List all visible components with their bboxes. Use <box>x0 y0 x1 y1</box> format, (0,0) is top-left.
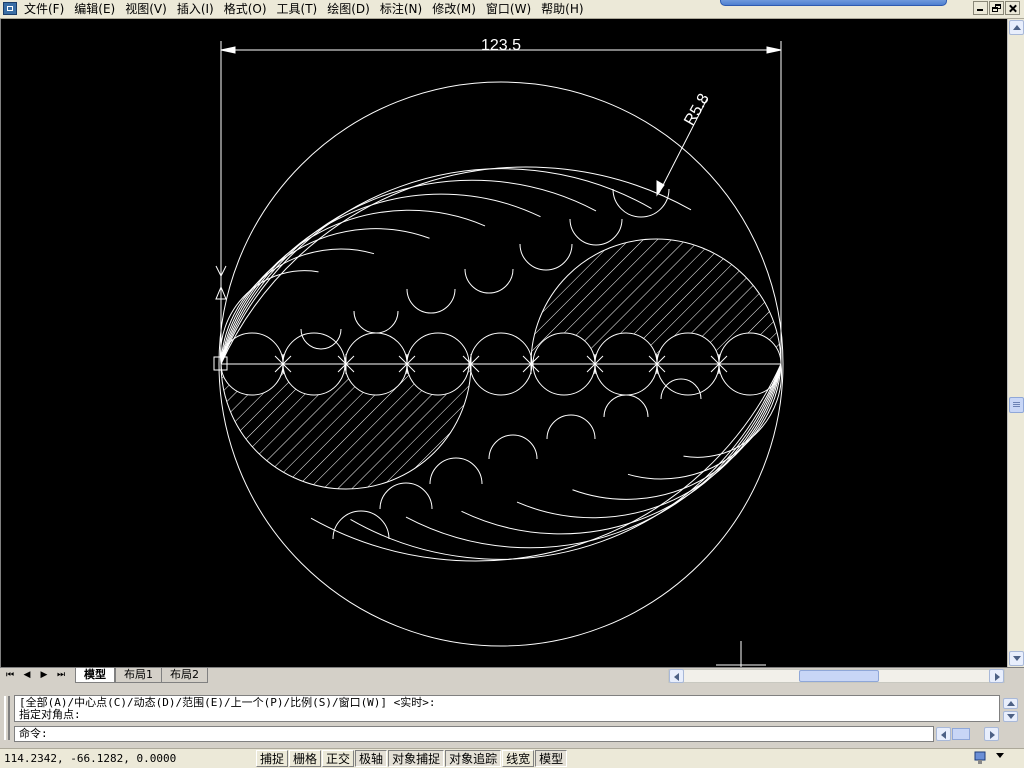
menu-file[interactable]: 文件(F) <box>20 0 69 18</box>
command-hscroll-left[interactable] <box>936 727 951 741</box>
dimension-arrow <box>766 46 782 54</box>
minimize-icon[interactable] <box>973 1 988 15</box>
status-mode-button[interactable]: 捕捉 <box>256 750 289 767</box>
arrow-left-icon <box>941 731 946 739</box>
first-tab-icon[interactable]: ⏮ <box>3 669 17 682</box>
drafting-mode-buttons: 捕捉 栅格 正交 极轴 对象捕捉 对象追踪 线宽 模型 <box>256 750 568 767</box>
command-scroll-up[interactable] <box>1003 698 1018 709</box>
comma-tip <box>488 434 538 460</box>
comma-tip <box>379 482 433 510</box>
tab-layout2[interactable]: 布局2 <box>161 668 208 683</box>
command-window-grip[interactable] <box>4 696 10 740</box>
document-window-controls <box>973 1 1020 15</box>
comma-tip <box>429 457 483 485</box>
command-window: [全部(A)/中心点(C)/动态(D)/范围(E)/上一个(P)/比例(S)/窗… <box>0 692 1024 744</box>
command-hscroll-right[interactable] <box>984 727 999 741</box>
arrow-up-icon <box>1007 701 1015 706</box>
radius-arrow <box>656 180 665 197</box>
drawing-svg[interactable]: 123.5 R5.8 <box>1 19 1007 667</box>
arrow-right-icon <box>995 673 1000 681</box>
menu-dimension[interactable]: 标注(N) <box>375 0 427 18</box>
status-mode-button[interactable]: 模型 <box>535 750 568 767</box>
next-tab-icon[interactable]: ▶ <box>37 669 51 682</box>
status-menu-arrow-icon[interactable] <box>996 753 1004 758</box>
radius-dimension-text: R5.8 <box>681 91 713 129</box>
menu-items: 文件(F) 编辑(E) 视图(V) 插入(I) 格式(O) 工具(T) 绘图(D… <box>20 0 589 18</box>
arrow-down-icon <box>1013 656 1021 661</box>
comma-tip <box>519 243 573 271</box>
status-mode-button[interactable]: 线宽 <box>502 750 535 767</box>
last-tab-icon[interactable]: ⏭ <box>54 669 68 682</box>
dimension-text: 123.5 <box>481 37 521 54</box>
prev-tab-icon[interactable]: ◀ <box>20 669 34 682</box>
menu-edit[interactable]: 编辑(E) <box>69 0 120 18</box>
status-mode-button[interactable]: 对象捕捉 <box>388 750 445 767</box>
drawing-canvas[interactable]: 123.5 R5.8 <box>0 19 1007 667</box>
vertical-scrollbar[interactable] <box>1007 19 1024 667</box>
tab-model[interactable]: 模型 <box>75 668 115 683</box>
menu-help[interactable]: 帮助(H) <box>536 0 588 18</box>
command-hscroll-thumb[interactable] <box>952 728 970 740</box>
status-mode-button[interactable]: 正交 <box>322 750 355 767</box>
arrow-down-icon <box>1007 714 1015 719</box>
arrow-up-icon <box>1013 25 1021 30</box>
command-history-line: 指定对角点: <box>19 708 81 721</box>
dimension-arrow <box>220 46 236 54</box>
restore-icon[interactable] <box>989 1 1004 15</box>
comma-tip <box>353 310 399 334</box>
close-icon[interactable] <box>1005 1 1020 15</box>
communication-center-icon[interactable] <box>972 751 988 766</box>
autocad-app-icon[interactable] <box>3 2 17 15</box>
arrow-left-icon <box>674 673 679 681</box>
tab-layout1[interactable]: 布局1 <box>115 668 162 683</box>
menu-format[interactable]: 格式(O) <box>219 0 272 18</box>
comma-tip <box>406 288 456 314</box>
menu-view[interactable]: 视图(V) <box>120 0 172 18</box>
status-bar: 114.2342, -66.1282, 0.0000 捕捉 栅格 正交 极轴 对象捕捉对… <box>0 748 1024 768</box>
horizontal-scroll-thumb[interactable] <box>799 670 879 682</box>
status-mode-button[interactable]: 对象追踪 <box>445 750 502 767</box>
coordinate-readout: 114.2342, -66.1282, 0.0000 <box>4 752 177 765</box>
vertical-scroll-thumb[interactable] <box>1009 397 1024 413</box>
scroll-left-button[interactable] <box>669 669 684 683</box>
menu-insert[interactable]: 插入(I) <box>172 0 219 18</box>
status-mode-button[interactable]: 栅格 <box>289 750 322 767</box>
scroll-down-button[interactable] <box>1009 651 1024 666</box>
menu-window[interactable]: 窗口(W) <box>481 0 536 18</box>
menu-tools[interactable]: 工具(T) <box>272 0 323 18</box>
command-scroll-down[interactable] <box>1003 711 1018 722</box>
menu-bar: 文件(F) 编辑(E) 视图(V) 插入(I) 格式(O) 工具(T) 绘图(D… <box>0 0 1024 19</box>
command-input[interactable]: 命令: <box>14 726 934 742</box>
menu-draw[interactable]: 绘图(D) <box>322 0 375 18</box>
comma-tip <box>546 414 596 440</box>
command-history: [全部(A)/中心点(C)/动态(D)/范围(E)/上一个(P)/比例(S)/窗… <box>14 695 1000 722</box>
layout-tab-bar: ⏮ ◀ ▶ ⏭ 模型 布局1 布局2 <box>0 667 1024 684</box>
scroll-up-button[interactable] <box>1009 20 1024 35</box>
horizontal-scrollbar[interactable] <box>668 669 1005 683</box>
scroll-right-button[interactable] <box>989 669 1004 683</box>
title-bar-edge <box>720 0 947 6</box>
comma-tip <box>603 394 649 418</box>
command-history-line: [全部(A)/中心点(C)/动态(D)/范围(E)/上一个(P)/比例(S)/窗… <box>19 696 436 709</box>
arrow-right-icon <box>990 731 995 739</box>
comma-tip <box>464 268 514 294</box>
status-mode-button[interactable]: 极轴 <box>355 750 388 767</box>
menu-modify[interactable]: 修改(M) <box>427 0 481 18</box>
comma-tip <box>569 218 623 246</box>
